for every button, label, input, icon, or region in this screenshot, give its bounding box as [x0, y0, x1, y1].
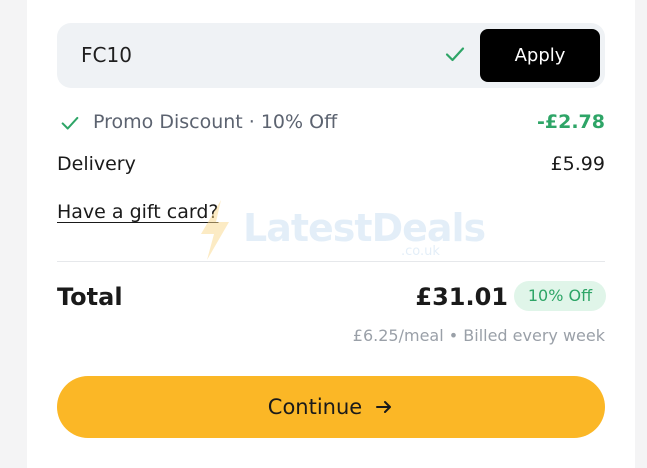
promo-discount-value: -£2.78 — [537, 111, 605, 133]
check-icon — [445, 47, 465, 62]
check-icon — [61, 116, 79, 130]
delivery-row: Delivery £5.99 — [57, 153, 605, 179]
divider — [57, 261, 605, 262]
delivery-label: Delivery — [57, 153, 136, 175]
order-summary-card: FC10 Apply Promo Discount · 10% Off -£2.… — [27, 0, 635, 468]
arrow-right-icon — [376, 401, 392, 413]
promo-discount-row: Promo Discount · 10% Off -£2.78 — [57, 111, 605, 137]
lightning-icon — [201, 200, 229, 260]
promo-discount-label: Promo Discount · 10% Off — [93, 111, 338, 133]
promo-code-box: FC10 Apply — [57, 23, 605, 88]
total-label: Total — [57, 283, 123, 311]
watermark: LatestDeals .co.uk — [195, 198, 486, 268]
continue-button[interactable]: Continue — [57, 376, 605, 438]
apply-button[interactable]: Apply — [480, 29, 600, 82]
watermark-sub: .co.uk — [401, 244, 440, 259]
total-amount: £31.01 — [415, 283, 508, 311]
promo-code-input[interactable]: FC10 — [81, 43, 132, 67]
billing-note: £6.25/meal • Billed every week — [352, 326, 605, 345]
continue-label: Continue — [267, 395, 363, 419]
delivery-value: £5.99 — [550, 153, 605, 175]
watermark-text: LatestDeals — [243, 206, 486, 250]
discount-badge: 10% Off — [514, 281, 606, 311]
